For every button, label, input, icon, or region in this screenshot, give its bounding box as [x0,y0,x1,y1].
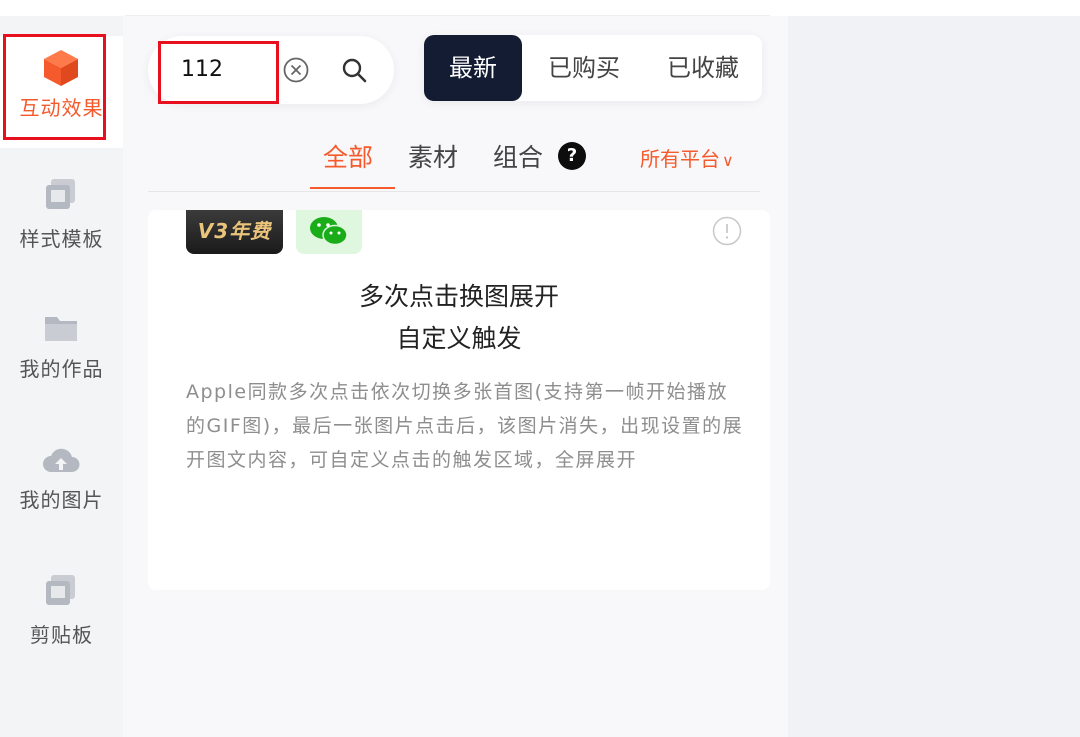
info-icon[interactable] [712,216,742,246]
chevron-down-icon: ∨ [722,151,734,170]
effect-card[interactable]: V3年费 多次点击换图展开 自定义触发 Apple同款多次点击依次切换多张首图(… [148,210,770,590]
sidebar-item-clipboard[interactable]: 剪贴板 [0,561,123,661]
platform-label: 所有平台 [640,147,720,171]
platform-badge [296,210,362,254]
tabs-divider [148,191,760,192]
cloud-upload-icon [43,448,80,472]
sidebar-item-my-images[interactable]: 我的图片 [0,426,123,526]
platform-dropdown[interactable]: 所有平台 ∨ [640,143,734,172]
search-input[interactable] [181,54,271,84]
tab-all[interactable]: 全部 [323,138,373,178]
sort-latest-button[interactable]: 最新 [424,35,522,101]
sidebar-item-label: 互动效果 [19,96,104,120]
sidebar-item-interactive-effects[interactable]: 互动效果 [0,36,123,148]
v3-annual-badge: V3年费 [186,210,283,254]
sidebar-item-label: 剪贴板 [30,623,93,647]
card-title-line1: 多次点击换图展开 [358,282,559,311]
search-icon[interactable] [340,56,368,84]
cube-icon [44,50,78,86]
sidebar-item-label: 我的图片 [19,488,104,512]
help-icon[interactable]: ? [558,142,586,170]
sort-segmented-control: 最新 已购买 已收藏 [424,35,762,101]
clipboard-icon [46,575,75,605]
right-empty-area [788,16,1080,737]
sort-purchased-button[interactable]: 已购买 [530,35,638,101]
sidebar: 互动效果 样式模板 我的作品 我的图片 剪贴板 [0,16,123,737]
sidebar-item-style-templates[interactable]: 样式模板 [0,161,123,261]
sidebar-item-my-works[interactable]: 我的作品 [0,291,123,391]
tab-material[interactable]: 素材 [408,138,458,178]
folder-icon [45,317,77,341]
sort-favorited-button[interactable]: 已收藏 [648,35,758,101]
sidebar-item-label: 我的作品 [19,357,104,381]
card-description: Apple同款多次点击依次切换多张首图(支持第一帧开始播放的GIF图)，最后一张… [186,381,744,471]
clear-circle-icon[interactable] [283,57,309,83]
active-tab-underline [310,187,395,189]
tab-combo[interactable]: 组合 [493,138,543,178]
top-strip [0,0,1080,16]
template-icon [46,179,75,209]
wechat-icon [310,217,348,246]
sidebar-item-label: 样式模板 [19,227,104,251]
card-title-line2: 自定义触发 [396,324,522,353]
